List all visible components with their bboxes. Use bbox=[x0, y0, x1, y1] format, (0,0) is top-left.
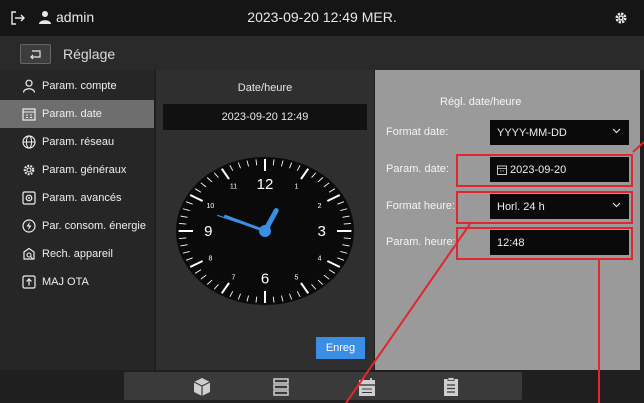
analog-clock: 12 1234567891011 bbox=[176, 157, 354, 305]
sidebar-item-advanced[interactable]: Param. avancés bbox=[0, 184, 154, 212]
back-button[interactable] bbox=[20, 44, 51, 64]
clock-number: 6 bbox=[261, 270, 269, 287]
clock-tick bbox=[179, 223, 187, 225]
dock bbox=[124, 372, 522, 400]
clock-number: 9 bbox=[204, 223, 212, 240]
sidebar-item-label: Param. date bbox=[42, 108, 102, 120]
sidebar-item-label: Param. avancés bbox=[42, 192, 122, 204]
sidebar-item-energy[interactable]: Par. consom. énergie bbox=[0, 212, 154, 240]
datetime-panel-title: Date/heure bbox=[237, 82, 293, 94]
sidebar-item-label: Param. généraux bbox=[42, 164, 127, 176]
sidebar-item-label: Param. réseau bbox=[42, 136, 115, 148]
gear-icon[interactable] bbox=[613, 10, 629, 26]
date-label: Param. date: bbox=[386, 163, 449, 175]
document-icon[interactable] bbox=[442, 377, 460, 397]
device-search-icon bbox=[23, 247, 35, 260]
sidebar-item-general[interactable]: Param. généraux bbox=[0, 156, 154, 184]
sidebar: Param. compte Param. date Param. réseau … bbox=[0, 70, 154, 370]
sidebar-item-account[interactable]: Param. compte bbox=[0, 72, 154, 100]
settings-panel-title: Régl. date/heure bbox=[440, 96, 522, 108]
box-icon[interactable] bbox=[193, 377, 211, 397]
date-format-select[interactable]: YYYY-MM-DD bbox=[490, 120, 629, 145]
sidebar-item-label: MAJ OTA bbox=[42, 276, 89, 288]
date-format-label: Format date: bbox=[386, 126, 449, 138]
clock-number: 12 bbox=[257, 176, 274, 193]
calendar-icon[interactable] bbox=[358, 377, 376, 397]
clock-number: 8 bbox=[208, 255, 212, 262]
clock-number: 5 bbox=[295, 274, 299, 281]
layers-icon[interactable] bbox=[272, 377, 290, 397]
hour-format-highlight-box bbox=[456, 191, 633, 224]
sidebar-item-label: Param. compte bbox=[42, 80, 117, 92]
datetime-display: 2023-09-20 12:49 bbox=[163, 104, 367, 130]
clock-number: 2 bbox=[318, 203, 322, 210]
clock-center bbox=[259, 225, 271, 237]
sidebar-item-label: Par. consom. énergie bbox=[42, 220, 146, 232]
upload-icon bbox=[22, 275, 36, 289]
sidebar-item-device-search[interactable]: Rech. appareil bbox=[0, 240, 154, 268]
gear-icon bbox=[23, 164, 35, 176]
current-datetime: 2023-09-20 12:49 MER. bbox=[247, 9, 397, 25]
clock-tick bbox=[179, 237, 187, 239]
chevron-down-icon bbox=[612, 128, 621, 134]
time-highlight-box bbox=[456, 227, 633, 260]
datetime-display-value: 2023-09-20 12:49 bbox=[221, 111, 309, 123]
clock-tick bbox=[343, 237, 351, 239]
sidebar-item-ota[interactable]: MAJ OTA bbox=[0, 268, 154, 296]
energy-icon bbox=[22, 219, 36, 233]
sidebar-item-label: Rech. appareil bbox=[42, 248, 113, 260]
advanced-settings-icon bbox=[22, 191, 36, 205]
clock-number: 10 bbox=[207, 203, 215, 210]
back-arrow-icon bbox=[30, 50, 41, 60]
hour-format-label: Format heure: bbox=[386, 200, 456, 212]
globe-icon bbox=[22, 135, 36, 149]
date-highlight-box bbox=[456, 154, 633, 187]
date-format-value: YYYY-MM-DD bbox=[497, 126, 567, 139]
clock-number: 4 bbox=[318, 255, 322, 262]
sidebar-item-date[interactable]: Param. date bbox=[0, 100, 154, 128]
page-title: Réglage bbox=[63, 46, 116, 62]
clock-tick bbox=[343, 223, 351, 225]
top-bar: admin 2023-09-20 12:49 MER. bbox=[0, 0, 644, 36]
sidebar-item-network[interactable]: Param. réseau bbox=[0, 128, 154, 156]
clock-number: 1 bbox=[295, 184, 299, 191]
save-button[interactable]: Enreg bbox=[316, 337, 365, 359]
clock-number: 3 bbox=[318, 223, 326, 240]
time-label: Param. heure: bbox=[386, 236, 456, 248]
clock-number: 11 bbox=[230, 184, 237, 191]
clock-number: 7 bbox=[232, 274, 236, 281]
user-icon bbox=[22, 79, 36, 93]
calendar-icon bbox=[22, 108, 36, 121]
